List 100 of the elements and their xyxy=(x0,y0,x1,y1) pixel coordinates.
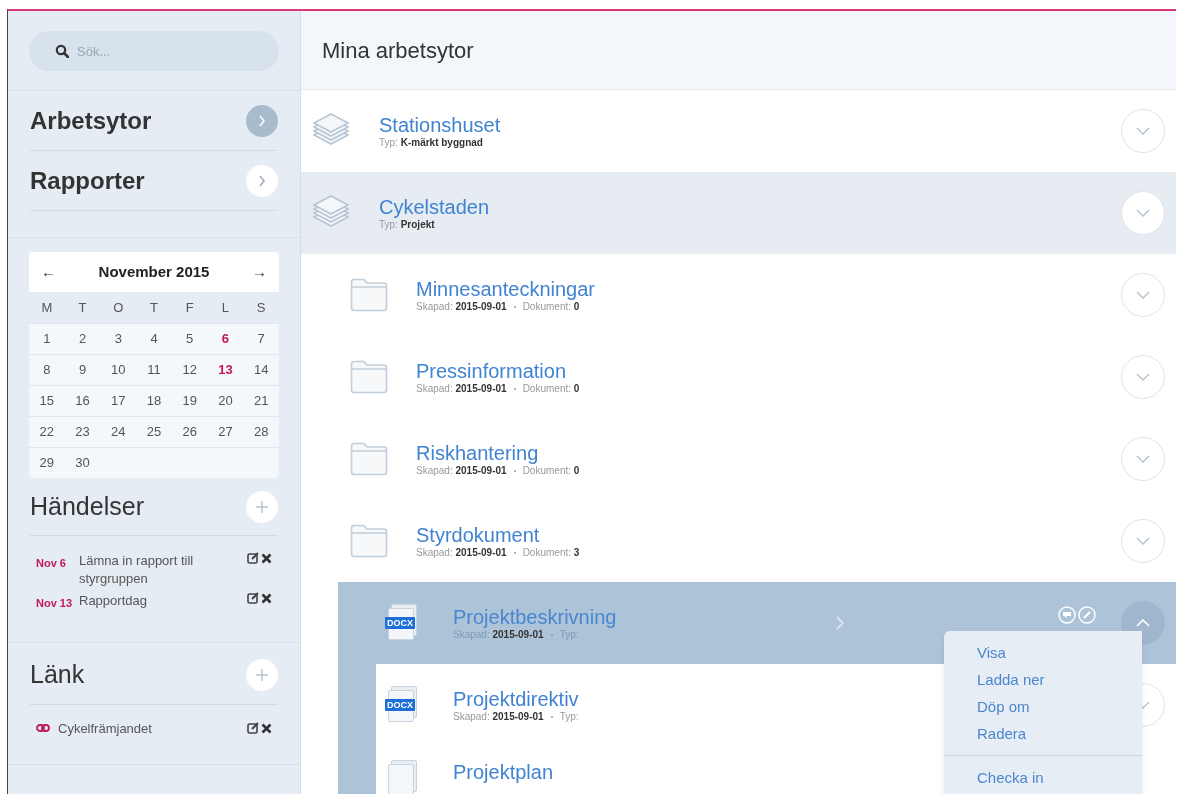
calendar-day[interactable]: 20 xyxy=(218,391,233,411)
calendar-day[interactable]: 23 xyxy=(75,422,90,442)
add-button[interactable] xyxy=(246,490,278,523)
close-icon xyxy=(261,722,272,734)
delete-button[interactable] xyxy=(261,592,272,604)
section-title: Länk xyxy=(30,659,85,691)
chevron-right-icon xyxy=(258,174,266,187)
weekday-label: T xyxy=(150,298,158,317)
expand-button[interactable] xyxy=(1121,109,1165,153)
weekday-label: S xyxy=(256,298,266,317)
item-details: Skapad: 2015-09-01 Dokument: 3 xyxy=(416,547,580,559)
calendar-day[interactable]: 22 xyxy=(39,422,55,442)
link-item[interactable]: Cykelfrämjandet xyxy=(58,718,247,738)
item-title[interactable]: Riskhantering xyxy=(416,441,539,465)
event-date: Nov 13 xyxy=(36,596,74,611)
page-title: Mina arbetsytor xyxy=(322,36,474,65)
expand-button[interactable] xyxy=(1121,437,1165,481)
delete-button[interactable] xyxy=(261,722,272,734)
delete-button[interactable] xyxy=(261,552,272,564)
event-title[interactable]: Rapportdag xyxy=(79,592,247,610)
folder-icon xyxy=(350,278,388,312)
calendar-day[interactable]: 10 xyxy=(111,360,126,380)
calendar-day[interactable]: 17 xyxy=(111,391,126,411)
calendar-day[interactable]: 26 xyxy=(182,422,197,442)
chevron-button[interactable] xyxy=(246,104,278,137)
chevron-down-icon xyxy=(1136,291,1150,299)
calendar-day[interactable]: 8 xyxy=(43,360,51,380)
expand-button[interactable] xyxy=(1121,273,1165,317)
pencil-icon xyxy=(1078,606,1096,624)
comment-icon xyxy=(1058,606,1076,624)
comment-button[interactable] xyxy=(1058,606,1076,624)
item-title[interactable]: Stationshuset xyxy=(379,113,501,137)
nav-link[interactable]: Arbetsytor xyxy=(30,102,152,139)
event-title[interactable]: Lämna in rapport till styrgruppen xyxy=(79,552,247,588)
weekday-label: O xyxy=(113,298,124,317)
calendar-day[interactable]: 7 xyxy=(257,329,265,349)
calendar-day[interactable]: 30 xyxy=(75,453,90,473)
folder-icon xyxy=(350,442,388,476)
file-type-label: DOCX xyxy=(385,699,415,711)
calendar-day[interactable]: 5 xyxy=(186,329,194,349)
chevron-down-icon xyxy=(1136,373,1150,381)
workspace-row[interactable]: Cykelstaden Typ: Projekt xyxy=(301,172,1176,254)
item-title[interactable]: Styrdokument xyxy=(416,523,540,547)
expand-button[interactable] xyxy=(1121,191,1165,235)
chevron-up-icon xyxy=(1136,619,1150,627)
edit-button[interactable] xyxy=(247,552,259,564)
calendar-month: November 2015 xyxy=(98,261,210,282)
search-field[interactable]: Sök... xyxy=(29,31,279,71)
calendar-day[interactable]: 1 xyxy=(43,329,51,349)
expand-button[interactable] xyxy=(1121,519,1165,563)
item-details: Typ: Projekt xyxy=(379,219,435,231)
chevron-down-icon xyxy=(1136,537,1150,545)
chevron-right-icon xyxy=(258,114,266,127)
edit-icon xyxy=(247,552,259,564)
nav-link[interactable]: Rapporter xyxy=(30,162,145,199)
file-type-label: DOCX xyxy=(385,617,415,629)
calendar-day[interactable]: 21 xyxy=(253,391,269,411)
chevron-button[interactable] xyxy=(246,164,278,197)
previous-month-button[interactable]: ← xyxy=(41,260,56,284)
calendar-day[interactable]: 15 xyxy=(39,391,55,411)
event-date: Nov 6 xyxy=(36,556,67,571)
calendar-day[interactable]: 2 xyxy=(78,329,87,349)
calendar-day[interactable]: 25 xyxy=(146,422,162,442)
search-icon xyxy=(55,44,69,58)
calendar-day[interactable]: 13 xyxy=(218,360,233,380)
item-title[interactable]: Projektplan xyxy=(453,760,554,784)
calendar-day[interactable]: 16 xyxy=(75,391,90,411)
chevron-right-icon xyxy=(835,615,845,631)
edit-button[interactable] xyxy=(247,722,259,735)
calendar-day[interactable]: 29 xyxy=(39,453,55,473)
edit-icon xyxy=(247,592,259,604)
item-title[interactable]: Minnesanteckningar xyxy=(416,277,595,301)
weekday-label: L xyxy=(221,298,230,317)
calendar-day[interactable]: 24 xyxy=(111,422,126,442)
folder-icon xyxy=(350,524,388,558)
edit-button[interactable] xyxy=(247,592,259,604)
calendar-day[interactable]: 11 xyxy=(147,360,161,380)
plus-icon xyxy=(255,499,269,514)
expand-button[interactable] xyxy=(1121,355,1165,399)
item-details: Skapad: 2015-09-01 Dokument: 0 xyxy=(416,301,580,313)
close-icon xyxy=(261,552,272,564)
calendar-day[interactable]: 6 xyxy=(221,329,230,349)
next-month-button[interactable]: → xyxy=(252,260,267,284)
item-details: Skapad: 2015-09-01 Dokument: 0 xyxy=(416,465,580,477)
calendar-day[interactable]: 9 xyxy=(78,360,87,380)
calendar-day[interactable]: 12 xyxy=(182,360,197,380)
section-title: Händelser xyxy=(30,490,144,522)
calendar-day[interactable]: 4 xyxy=(150,329,158,349)
add-button[interactable] xyxy=(246,659,278,691)
chevron-down-icon xyxy=(1136,127,1150,135)
item-title[interactable]: Pressinformation xyxy=(416,359,567,383)
item-title[interactable]: Projektdirektiv xyxy=(453,687,579,711)
weekday-label: F xyxy=(185,298,194,317)
calendar-day[interactable]: 27 xyxy=(218,422,233,442)
calendar-day[interactable]: 19 xyxy=(182,391,197,411)
calendar-day[interactable]: 3 xyxy=(114,329,122,349)
calendar-day[interactable]: 18 xyxy=(146,391,162,411)
calendar-day[interactable]: 28 xyxy=(253,422,269,442)
calendar-day[interactable]: 14 xyxy=(253,360,269,380)
edit-icon xyxy=(247,722,259,735)
